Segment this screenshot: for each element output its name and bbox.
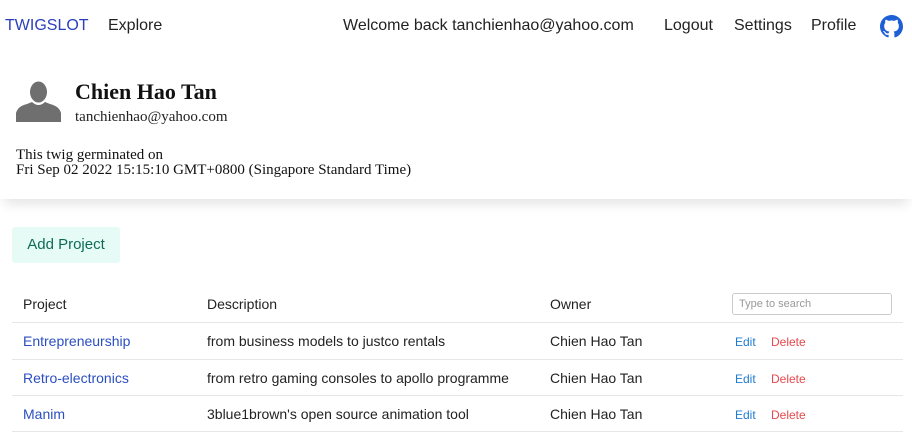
welcome-text: Welcome back tanchienhao@yahoo.com <box>343 17 634 34</box>
user-silhouette-icon <box>16 80 61 122</box>
explore-link[interactable]: Explore <box>108 15 162 37</box>
logout-link[interactable]: Logout <box>664 15 713 37</box>
row-divider <box>12 359 903 360</box>
project-link[interactable]: Manim <box>23 406 65 422</box>
header-description: Description <box>207 296 278 312</box>
profile-link[interactable]: Profile <box>811 15 856 37</box>
settings-link[interactable]: Settings <box>734 15 792 37</box>
edit-button[interactable]: Edit <box>735 408 756 422</box>
project-link[interactable]: Retro-electronics <box>23 370 129 386</box>
delete-button[interactable]: Delete <box>771 408 806 422</box>
row-divider <box>12 322 903 323</box>
row-divider <box>12 395 903 396</box>
project-description: 3blue1brown's open source animation tool <box>207 406 469 422</box>
add-project-button[interactable]: Add Project <box>12 227 120 263</box>
project-owner: Chien Hao Tan <box>550 370 643 386</box>
edit-button[interactable]: Edit <box>735 372 756 386</box>
user-email: tanchienhao@yahoo.com <box>75 109 228 125</box>
germinated-label: This twig germinated on <box>16 147 164 163</box>
row-divider <box>12 431 903 432</box>
header-project: Project <box>23 296 67 312</box>
header-owner: Owner <box>550 296 592 312</box>
project-owner: Chien Hao Tan <box>550 406 643 422</box>
top-navbar: TWIGSLOT Explore Welcome back tanchienha… <box>0 0 912 52</box>
github-icon[interactable] <box>880 15 903 38</box>
delete-button[interactable]: Delete <box>771 372 806 386</box>
project-description: from retro gaming consoles to apollo pro… <box>207 370 509 386</box>
edit-button[interactable]: Edit <box>735 335 756 349</box>
project-description: from business models to justco rentals <box>207 333 446 349</box>
delete-button[interactable]: Delete <box>771 335 806 349</box>
germinated-date: Fri Sep 02 2022 15:15:10 GMT+0800 (Singa… <box>16 162 412 178</box>
search-input[interactable] <box>732 293 892 315</box>
user-name: Chien Hao Tan <box>75 79 217 104</box>
brand-link[interactable]: TWIGSLOT <box>5 15 89 37</box>
project-owner: Chien Hao Tan <box>550 333 643 349</box>
profile-header: Chien Hao Tan tanchienhao@yahoo.com This… <box>0 52 912 199</box>
project-link[interactable]: Entrepreneurship <box>23 333 130 349</box>
